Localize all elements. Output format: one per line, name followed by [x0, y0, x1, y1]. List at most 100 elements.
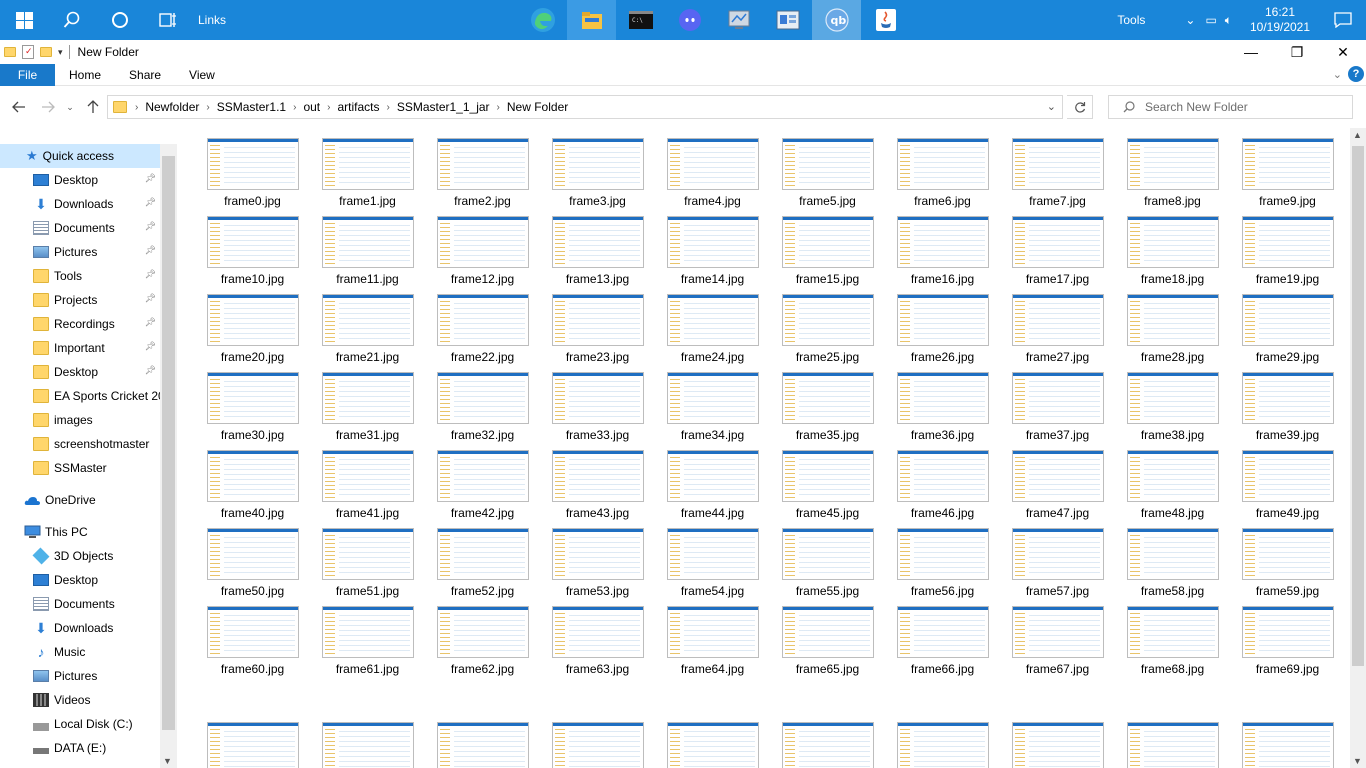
search-button[interactable] [48, 0, 96, 40]
file-item[interactable]: frame64.jpg [655, 606, 770, 684]
pin-icon[interactable]: 📌︎ [145, 317, 156, 328]
file-item[interactable] [1230, 722, 1345, 768]
file-item[interactable]: frame10.jpg [195, 216, 310, 294]
file-item[interactable] [1115, 722, 1230, 768]
control-panel-app-button[interactable] [763, 0, 812, 40]
file-item[interactable]: frame19.jpg [1230, 216, 1345, 294]
file-item[interactable]: frame65.jpg [770, 606, 885, 684]
file-item[interactable]: frame54.jpg [655, 528, 770, 606]
address-dropdown-icon[interactable]: ⌄ [1047, 100, 1056, 113]
qbittorrent-app-button[interactable]: qb [812, 0, 861, 40]
file-item[interactable]: frame4.jpg [655, 138, 770, 216]
search-box[interactable]: Search New Folder [1108, 95, 1353, 119]
file-item[interactable]: frame15.jpg [770, 216, 885, 294]
breadcrumb-separator[interactable]: › [204, 102, 211, 113]
file-item[interactable]: frame47.jpg [1000, 450, 1115, 528]
tab-file[interactable]: File [0, 63, 55, 86]
sidebar-item-quick-2[interactable]: Documents 📌︎ [0, 216, 160, 240]
file-item[interactable]: frame68.jpg [1115, 606, 1230, 684]
file-item[interactable]: frame21.jpg [310, 294, 425, 372]
breadcrumb-separator[interactable]: › [495, 102, 502, 113]
cortana-button[interactable] [96, 0, 144, 40]
file-item[interactable]: frame49.jpg [1230, 450, 1345, 528]
file-item[interactable]: frame14.jpg [655, 216, 770, 294]
file-item[interactable]: frame30.jpg [195, 372, 310, 450]
file-item[interactable]: frame27.jpg [1000, 294, 1115, 372]
file-item[interactable]: frame50.jpg [195, 528, 310, 606]
sidebar-item-quick-12[interactable]: SSMaster [0, 456, 160, 480]
pin-icon[interactable]: 📌︎ [145, 221, 156, 232]
sidebar-item-quick-11[interactable]: screenshotmaster [0, 432, 160, 456]
file-item[interactable]: frame36.jpg [885, 372, 1000, 450]
file-item[interactable]: frame26.jpg [885, 294, 1000, 372]
file-item[interactable]: frame51.jpg [310, 528, 425, 606]
file-item[interactable]: frame59.jpg [1230, 528, 1345, 606]
file-item[interactable]: frame34.jpg [655, 372, 770, 450]
tab-view[interactable]: View [175, 64, 229, 86]
file-item[interactable]: frame18.jpg [1115, 216, 1230, 294]
file-item[interactable]: frame13.jpg [540, 216, 655, 294]
sidebar-item-quick-8[interactable]: Desktop 📌︎ [0, 360, 160, 384]
expand-ribbon-icon[interactable]: ⌄ [1333, 68, 1342, 81]
file-item[interactable]: frame31.jpg [310, 372, 425, 450]
sidebar-item-quick-9[interactable]: EA Sports Cricket 20 [0, 384, 160, 408]
pin-icon[interactable]: 📌︎ [145, 173, 156, 184]
breadcrumb-newfolder[interactable]: Newfolder [140, 100, 204, 114]
file-item[interactable]: frame28.jpg [1115, 294, 1230, 372]
notifications-button[interactable] [1320, 0, 1366, 40]
breadcrumb-jar[interactable]: SSMaster1_1_jar [392, 100, 495, 114]
file-item[interactable]: frame9.jpg [1230, 138, 1345, 216]
sidebar-item-pc-6[interactable]: Videos [0, 688, 160, 712]
file-item[interactable] [425, 722, 540, 768]
java-app-button[interactable] [861, 0, 910, 40]
file-item[interactable]: frame52.jpg [425, 528, 540, 606]
sidebar-item-quick-access[interactable]: ★ Quick access [0, 144, 160, 168]
sidebar-item-pc-5[interactable]: Pictures [0, 664, 160, 688]
breadcrumb-separator[interactable]: › [325, 102, 332, 113]
pin-icon[interactable]: 📌︎ [145, 245, 156, 256]
breadcrumb-separator[interactable]: › [291, 102, 298, 113]
sidebar-item-pc-2[interactable]: Documents [0, 592, 160, 616]
address-bar[interactable]: › Newfolder › SSMaster1.1 › out › artifa… [107, 95, 1063, 119]
tray-chevron-icon[interactable]: ⌄ [1185, 13, 1195, 27]
sidebar-item-pc-7[interactable]: Local Disk (C:) [0, 712, 160, 736]
file-item[interactable]: frame43.jpg [540, 450, 655, 528]
breadcrumb-artifacts[interactable]: artifacts [332, 100, 384, 114]
file-item[interactable]: frame61.jpg [310, 606, 425, 684]
new-folder-icon[interactable] [40, 47, 52, 57]
forward-button[interactable] [36, 95, 60, 119]
task-view-button[interactable] [144, 0, 192, 40]
file-item[interactable]: frame25.jpg [770, 294, 885, 372]
file-item[interactable]: frame23.jpg [540, 294, 655, 372]
terminal-app-button[interactable]: C:\ [616, 0, 665, 40]
file-item[interactable]: frame66.jpg [885, 606, 1000, 684]
file-item[interactable]: frame3.jpg [540, 138, 655, 216]
sidebar-item-quick-7[interactable]: Important 📌︎ [0, 336, 160, 360]
pin-icon[interactable]: 📌︎ [145, 197, 156, 208]
sidebar-item-quick-5[interactable]: Projects 📌︎ [0, 288, 160, 312]
sidebar-item-quick-3[interactable]: Pictures 📌︎ [0, 240, 160, 264]
file-item[interactable] [540, 722, 655, 768]
file-item[interactable]: frame24.jpg [655, 294, 770, 372]
file-item[interactable]: frame56.jpg [885, 528, 1000, 606]
links-toolbar[interactable]: Links [198, 13, 226, 27]
clock[interactable]: 16:21 10/19/2021 [1240, 5, 1320, 35]
file-item[interactable]: frame39.jpg [1230, 372, 1345, 450]
breadcrumb-current[interactable]: New Folder [502, 100, 573, 114]
sidebar-scrollbar-thumb[interactable] [162, 156, 175, 730]
tab-home[interactable]: Home [55, 64, 115, 86]
file-item[interactable]: frame38.jpg [1115, 372, 1230, 450]
sidebar-item-quick-1[interactable]: ⬇ Downloads 📌︎ [0, 192, 160, 216]
file-item[interactable]: frame12.jpg [425, 216, 540, 294]
tab-share[interactable]: Share [115, 64, 175, 86]
file-item[interactable]: frame57.jpg [1000, 528, 1115, 606]
maximize-button[interactable]: ❐ [1274, 40, 1320, 64]
volume-icon[interactable]: 🔈︎ [1225, 13, 1232, 28]
file-item[interactable]: frame11.jpg [310, 216, 425, 294]
file-item[interactable] [310, 722, 425, 768]
close-button[interactable]: ✕ [1320, 40, 1366, 64]
sidebar-scrollbar[interactable]: ▼ [160, 144, 177, 768]
file-item[interactable]: frame29.jpg [1230, 294, 1345, 372]
sidebar-item-pc-0[interactable]: 3D Objects [0, 544, 160, 568]
file-item[interactable]: frame44.jpg [655, 450, 770, 528]
